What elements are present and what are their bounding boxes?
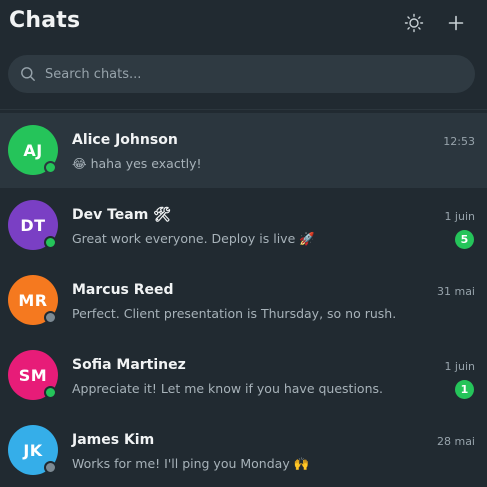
online-indicator <box>44 161 57 174</box>
page-title: Chats <box>9 8 81 33</box>
timestamp: 1 juin <box>444 210 475 223</box>
chat-item-alice-johnson[interactable]: AJ Alice Johnson 12:53 😂 haha yes exactl… <box>0 113 487 188</box>
contact-name: Sofia Martinez <box>72 357 186 373</box>
offline-indicator <box>44 461 57 474</box>
contact-name: Marcus Reed <box>72 282 174 298</box>
offline-indicator <box>44 311 57 324</box>
message-preview: 😂 haha yes exactly! <box>72 156 202 171</box>
message-preview: Great work everyone. Deploy is live 🚀 <box>72 231 315 246</box>
contact-name: Alice Johnson <box>72 132 178 148</box>
chat-item-james-kim[interactable]: JK James Kim 28 mai Works for me! I'll p… <box>0 413 487 487</box>
chat-list: AJ Alice Johnson 12:53 😂 haha yes exactl… <box>0 113 487 487</box>
new-chat-button[interactable] <box>443 10 469 36</box>
unread-badge: 5 <box>455 230 474 249</box>
avatar-initials: MR <box>18 290 48 310</box>
contact-name: James Kim <box>72 432 155 448</box>
avatar-initials: AJ <box>23 140 43 160</box>
sun-icon <box>404 13 424 33</box>
contact-name: Dev Team 🛠 <box>72 207 171 223</box>
timestamp: 31 mai <box>436 285 475 298</box>
plus-icon <box>447 14 465 32</box>
chat-item-dev-team[interactable]: DT Dev Team 🛠 1 juin Great work everyone… <box>0 188 487 263</box>
online-indicator <box>44 386 57 399</box>
chat-app: Chats Search chats... AJ Alice Johnson 1… <box>0 0 487 487</box>
online-indicator <box>44 236 57 249</box>
message-preview: Perfect. Client presentation is Thursday… <box>72 306 397 321</box>
timestamp: 12:53 <box>443 135 475 148</box>
unread-badge: 1 <box>455 380 474 399</box>
timestamp: 28 mai <box>436 435 475 448</box>
avatar-initials: DT <box>20 215 46 235</box>
header: Chats <box>0 0 487 48</box>
theme-toggle-button[interactable] <box>401 10 427 36</box>
avatar-initials: JK <box>23 440 43 460</box>
timestamp: 1 juin <box>444 360 475 373</box>
chat-item-marcus-reed[interactable]: MR Marcus Reed 31 mai Perfect. Client pr… <box>0 263 487 338</box>
avatar-initials: SM <box>18 365 48 385</box>
search-icon <box>20 66 36 82</box>
message-preview: Appreciate it! Let me know if you have q… <box>72 381 383 396</box>
search-input[interactable] <box>45 55 465 93</box>
message-preview: Works for me! I'll ping you Monday 🙌 <box>72 456 310 471</box>
chat-item-sofia-martinez[interactable]: SM Sofia Martinez 1 juin Appreciate it! … <box>0 338 487 413</box>
divider <box>0 109 487 110</box>
search-bar <box>8 55 475 93</box>
